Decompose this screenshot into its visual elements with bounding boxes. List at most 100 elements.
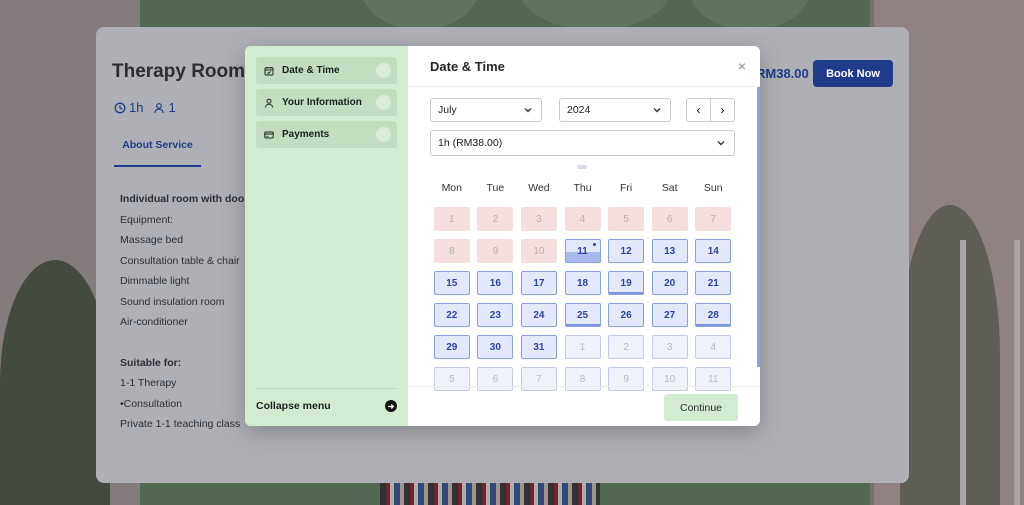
close-icon[interactable]: × — [738, 58, 746, 74]
service-meta: 1h 1 — [114, 100, 176, 115]
calendar-week: 22 23 24 25 26 27 28 — [430, 303, 735, 327]
next-month-button[interactable]: › — [711, 99, 734, 121]
steps-sidebar: Date & Time Your Information Payments Coll… — [245, 46, 408, 426]
detail-line: Private 1-1 teaching class — [120, 418, 241, 430]
chevron-right-icon: › — [720, 103, 725, 117]
service-price: RM38.00 — [756, 66, 809, 81]
scrollbar[interactable] — [757, 87, 760, 367]
calendar-day[interactable]: 22 — [433, 303, 470, 327]
step-payments[interactable]: Payments — [256, 121, 397, 148]
service-duration: 1h — [129, 100, 144, 115]
calendar-day[interactable]: 13 — [651, 239, 688, 263]
calendar-day-next-month: 3 — [651, 335, 688, 359]
month-select[interactable]: July — [430, 98, 542, 122]
calendar-day[interactable]: 20 — [651, 271, 688, 295]
clock-icon — [114, 102, 126, 113]
modal-header: Date & Time — [408, 46, 760, 87]
step-date-time[interactable]: Date & Time — [256, 57, 397, 84]
step-label: Date & Time — [282, 65, 340, 76]
calendar-day[interactable]: 11 — [564, 239, 601, 263]
calendar-day-past: 5 — [608, 207, 645, 231]
booking-modal: Date & Time Your Information Payments Coll… — [245, 46, 760, 426]
weekday-label: Wed — [528, 182, 550, 194]
calendar-day[interactable]: 25 — [564, 303, 601, 327]
calendar-day-past: 4 — [564, 207, 601, 231]
calendar-day[interactable]: 30 — [477, 335, 514, 359]
calendar-day[interactable]: 26 — [608, 303, 645, 327]
detail-line: Air-conditioner — [120, 316, 188, 328]
calendar-icon — [264, 66, 274, 76]
weekday-label: Mon — [441, 182, 462, 194]
weekday-label: Thu — [573, 182, 592, 194]
user-icon — [154, 102, 165, 113]
modal-title: Date & Time — [430, 58, 505, 74]
step-status-indicator — [376, 95, 391, 110]
chevron-down-icon — [653, 108, 661, 113]
step-status-indicator — [376, 127, 391, 142]
detail-line: Individual room with door — [120, 193, 249, 205]
chevron-left-icon: ‹ — [696, 103, 701, 117]
collapse-menu-label: Collapse menu — [256, 400, 331, 412]
calendar-day[interactable]: 27 — [651, 303, 688, 327]
user-icon — [264, 98, 274, 108]
calendar-day[interactable]: 14 — [695, 239, 732, 263]
calendar-day[interactable]: 15 — [433, 271, 470, 295]
calendar-day[interactable]: 19 — [608, 271, 645, 295]
calendar-day-past: 1 — [433, 207, 470, 231]
weekday-label: Fri — [619, 182, 633, 194]
step-your-information[interactable]: Your Information — [256, 89, 397, 116]
weekday-label: Sun — [703, 182, 723, 194]
detail-line: Consultation table & chair — [120, 254, 240, 267]
duration-select[interactable]: 1h (RM38.00) — [430, 130, 735, 156]
calendar-day-next-month: 2 — [608, 335, 645, 359]
modal-footer: Continue — [408, 386, 760, 426]
drag-handle[interactable] — [577, 165, 587, 169]
details-spacer — [120, 333, 248, 353]
calendar-week: 1234567 — [430, 207, 735, 231]
detail-line: Dimmable light — [120, 275, 190, 287]
calendar: Mon Tue Wed Thu Fri Sat Sun 1 2 3 4 5 6 7 8 9 10 11 12 13 1… — [430, 182, 735, 391]
calendar-day[interactable]: 18 — [564, 271, 601, 295]
modal-scroll-area[interactable]: July 2024 ‹ › 1h (RM38.00) Mon Tue Wed Thu F… — [408, 87, 760, 391]
calendar-day[interactable]: 28 — [695, 303, 732, 327]
chevron-down-icon — [524, 108, 532, 113]
calendar-day-past: 9 — [477, 239, 514, 263]
continue-button[interactable]: Continue — [664, 394, 738, 421]
calendar-day[interactable]: 29 — [433, 335, 470, 359]
calendar-day-past: 10 — [520, 239, 557, 263]
modal-main: Date & Time × July 2024 ‹ › 1h (RM38.00) — [408, 46, 760, 426]
calendar-day[interactable]: 31 — [520, 335, 557, 359]
detail-line: Massage bed — [120, 234, 184, 246]
tab-about-service[interactable]: About Service — [114, 139, 201, 167]
calendar-day-past: 6 — [651, 207, 688, 231]
calendar-day[interactable]: 12 — [608, 239, 645, 263]
year-select-value: 2024 — [567, 104, 591, 116]
weekday-label: Sat — [661, 182, 678, 194]
calendar-day[interactable]: 23 — [477, 303, 514, 327]
calendar-day-next-month: 4 — [695, 335, 732, 359]
calendar-weekdays: Mon Tue Wed Thu Fri Sat Sun — [430, 182, 735, 194]
calendar-week: 29 30 31 1 2 3 4 — [430, 335, 735, 359]
calendar-day[interactable]: 21 — [695, 271, 732, 295]
calendar-day-next-month: 1 — [564, 335, 601, 359]
prev-month-button[interactable]: ‹ — [687, 99, 711, 121]
calendar-day-past: 7 — [695, 207, 732, 231]
detail-line: Suitable for: — [120, 356, 182, 369]
service-title: Therapy Room B — [112, 61, 265, 82]
calendar-week: 8 9 10 11 12 13 14 — [430, 239, 735, 263]
calendar-day[interactable]: 16 — [477, 271, 514, 295]
calendar-day-past: 2 — [477, 207, 514, 231]
month-select-value: July — [438, 104, 457, 116]
collapse-menu-button[interactable]: Collapse menu ➜ — [256, 388, 397, 415]
detail-line: Sound insulation room — [120, 295, 225, 308]
year-select[interactable]: 2024 — [559, 98, 671, 122]
book-now-button[interactable]: Book Now — [813, 60, 893, 87]
detail-line: 1-1 Therapy — [120, 377, 177, 389]
service-capacity: 1 — [168, 100, 176, 115]
calendar-day[interactable]: 24 — [520, 303, 557, 327]
calendar-day[interactable]: 17 — [520, 271, 557, 295]
step-status-indicator — [376, 63, 391, 78]
calendar-week: 15 16 17 18 19 20 21 — [430, 271, 735, 295]
card-icon — [264, 130, 274, 140]
step-label: Payments — [282, 129, 330, 140]
